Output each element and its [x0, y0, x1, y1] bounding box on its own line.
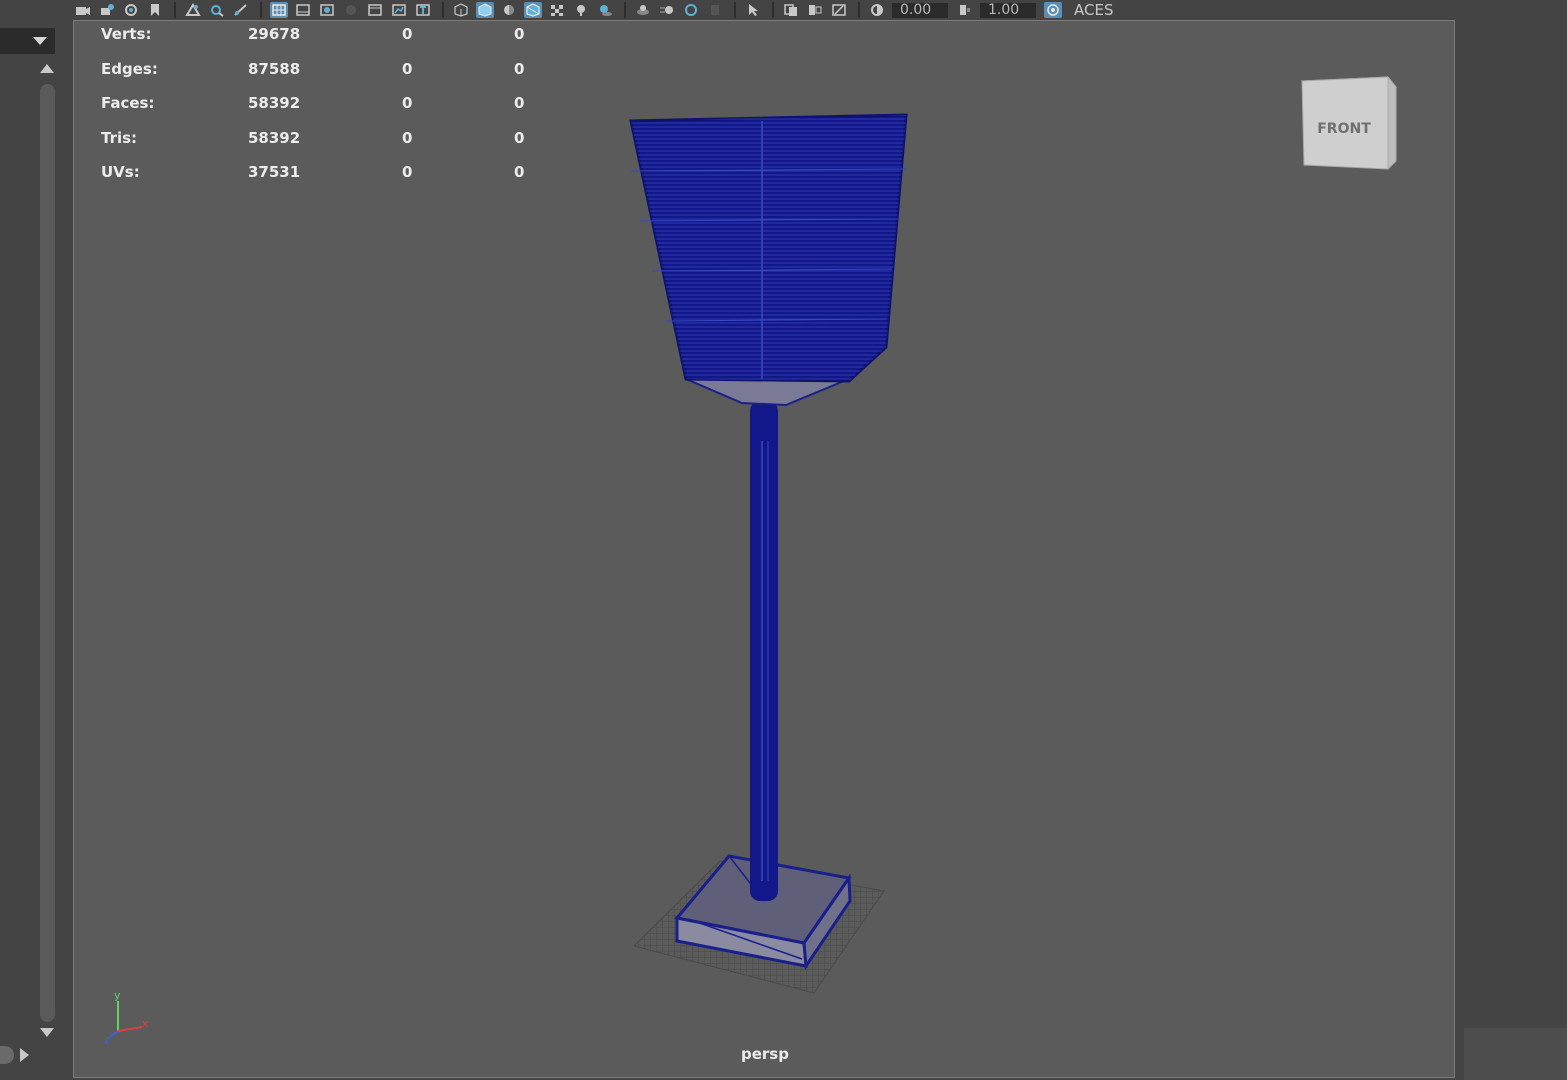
dropdown-arrow-icon	[33, 37, 47, 45]
toolbar-separator	[442, 2, 444, 18]
axis-gizmo: y x z	[104, 989, 149, 1046]
vertical-scrollbar[interactable]	[40, 84, 55, 1022]
xray-active-components-icon[interactable]	[830, 2, 848, 18]
toolbar-separator	[734, 2, 736, 18]
motion-blur-icon[interactable]	[658, 2, 676, 18]
color-space-label[interactable]: ACES	[1074, 1, 1113, 19]
screen-space-ao-icon[interactable]	[634, 2, 652, 18]
expand-right-arrow-icon[interactable]	[20, 1048, 29, 1062]
left-panel-strip	[0, 0, 70, 1080]
grid-toggle-icon[interactable]	[270, 2, 288, 18]
isolate-select-icon[interactable]	[706, 2, 724, 18]
field-chart-icon[interactable]	[366, 2, 384, 18]
xray-joints-icon[interactable]	[806, 2, 824, 18]
color-management-icon[interactable]	[1044, 2, 1062, 18]
lamp-pole	[750, 401, 778, 901]
safe-action-icon[interactable]	[390, 2, 408, 18]
anti-aliasing-icon[interactable]	[682, 2, 700, 18]
smooth-shade-icon[interactable]	[476, 2, 494, 18]
axis-y-label: y	[114, 989, 121, 1002]
resolution-gate-icon[interactable]	[318, 2, 336, 18]
camera-name-label: persp	[741, 1045, 789, 1063]
gate-mask-icon[interactable]	[342, 2, 360, 18]
toolbar-separator	[858, 2, 860, 18]
toolbar-separator	[624, 2, 626, 18]
image-plane-icon[interactable]	[184, 2, 202, 18]
select-arrow-icon[interactable]	[744, 2, 762, 18]
view-cube-face-label[interactable]: FRONT	[1317, 121, 1371, 137]
panel-dropdown[interactable]	[0, 28, 55, 54]
gamma-field[interactable]: 1.00	[980, 2, 1036, 18]
exposure-field[interactable]: 0.00	[892, 2, 948, 18]
magnet-icon[interactable]	[208, 2, 226, 18]
right-panel-lower	[1464, 1028, 1567, 1080]
film-gate-icon[interactable]	[294, 2, 312, 18]
toolbar-separator	[174, 2, 176, 18]
axis-x-label: x	[142, 1017, 149, 1030]
scroll-down-arrow-icon[interactable]	[40, 1028, 54, 1037]
perspective-viewport[interactable]: Verts: 29678 0 0 Edges: 87588 0 0 Faces: 58392 0 0 T…	[73, 20, 1455, 1078]
right-panel-strip	[1456, 0, 1567, 1080]
safe-title-icon[interactable]	[414, 2, 432, 18]
use-lights-icon[interactable]	[572, 2, 590, 18]
toolbar-separator	[772, 2, 774, 18]
snap-icon[interactable]	[232, 2, 250, 18]
select-camera-icon[interactable]	[98, 2, 116, 18]
textured-icon[interactable]	[548, 2, 566, 18]
shadows-icon[interactable]	[596, 2, 614, 18]
xray-icon[interactable]	[782, 2, 800, 18]
gamma-icon[interactable]	[956, 2, 974, 18]
default-material-icon[interactable]	[500, 2, 518, 18]
wireframe-on-shaded-icon[interactable]	[524, 2, 542, 18]
viewport-toolbar: 0.00 1.00 ACES	[74, 0, 1454, 20]
bookmark-icon[interactable]	[146, 2, 164, 18]
view-cube[interactable]: FRONT	[1296, 73, 1406, 177]
exposure-icon[interactable]	[868, 2, 886, 18]
horizontal-scroll-handle[interactable]	[0, 1046, 14, 1064]
floor-lamp-wireframe-model[interactable]	[74, 21, 1455, 1078]
lamp-collar	[685, 378, 845, 407]
camera-attributes-icon[interactable]	[122, 2, 140, 18]
wireframe-icon[interactable]	[452, 2, 470, 18]
scroll-up-arrow-icon[interactable]	[40, 64, 54, 73]
camera-icon[interactable]	[74, 2, 92, 18]
toolbar-separator	[260, 2, 262, 18]
